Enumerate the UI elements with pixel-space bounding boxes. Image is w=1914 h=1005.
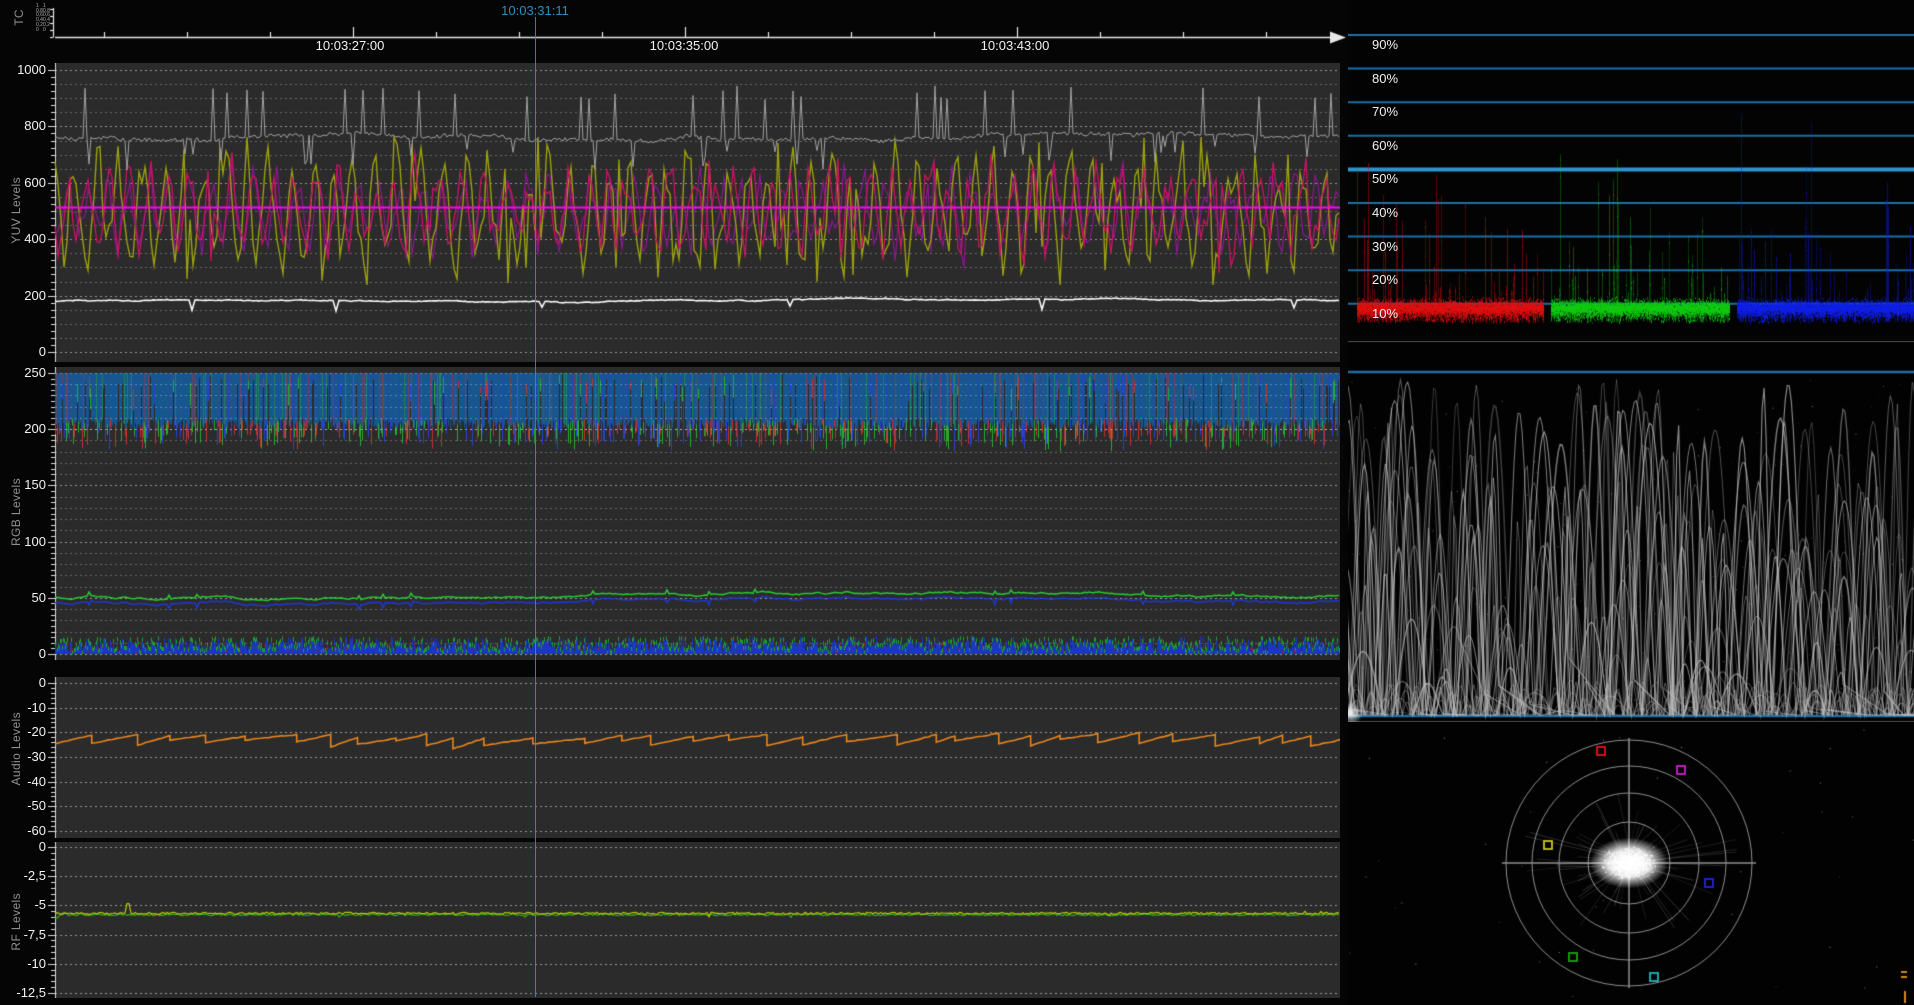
audio-tick-label: -60: [0, 823, 46, 838]
yuv-tick-label: 0: [0, 344, 46, 359]
timecode-label: 10:03:43:00: [970, 38, 1060, 53]
histogram-percent-label: 60%: [1372, 138, 1398, 153]
audio-tick-label: -20: [0, 724, 46, 739]
rgb-tick-label: 200: [0, 421, 46, 436]
audio-tick-label: -10: [0, 700, 46, 715]
timeline-cursor[interactable]: [535, 17, 536, 997]
yuv-tick-label: 400: [0, 231, 46, 246]
histogram-percent-label: 70%: [1372, 104, 1398, 119]
rgb-tick-label: 150: [0, 477, 46, 492]
audio-tick-label: 0: [0, 675, 46, 690]
yuv-tick-label: 200: [0, 288, 46, 303]
histogram-percent-label: 40%: [1372, 205, 1398, 220]
rgb-levels-chart: [47, 367, 1340, 660]
yuv-tick-label: 1000: [0, 62, 46, 77]
rgb-tick-label: 0: [0, 646, 46, 661]
audio-tick-label: -50: [0, 798, 46, 813]
rgb-percent-histogram: [1348, 0, 1914, 335]
timeline-cursor-label: 10:03:31:11: [501, 3, 569, 18]
audio-tick-label: -40: [0, 774, 46, 789]
timecode-label: 10:03:35:00: [639, 38, 729, 53]
rf-tick-label: -10: [0, 956, 46, 971]
yuv-tick-label: 600: [0, 175, 46, 190]
histogram-percent-label: 20%: [1372, 272, 1398, 287]
timecode-mini-scale: 1 0,8 0,6 0,4 0,2 0: [36, 4, 43, 32]
audio-tick-label: -30: [0, 749, 46, 764]
rf-tick-label: 0: [0, 839, 46, 854]
histogram-percent-label: 80%: [1372, 71, 1398, 86]
rgb-tick-label: 250: [0, 365, 46, 380]
rgb-tick-label: 50: [0, 590, 46, 605]
yuv-tick-label: 800: [0, 118, 46, 133]
luma-waveform-scope: [1348, 341, 1914, 722]
rf-levels-chart: [47, 842, 1340, 998]
audio-levels-chart: [47, 677, 1340, 838]
rgb-tick-label: 100: [0, 534, 46, 549]
histogram-percent-label: 90%: [1372, 37, 1398, 52]
yuv-levels-chart: [47, 63, 1340, 362]
broadcast-monitor-window: TC YUV Levels RGB Levels Audio Levels RF…: [0, 0, 1914, 1005]
rf-tick-label: -5: [0, 897, 46, 912]
histogram-percent-label: 10%: [1372, 306, 1398, 321]
rf-tick-label: -2,5: [0, 868, 46, 883]
vectorscope: [1348, 722, 1914, 1005]
rf-tick-label: -7,5: [0, 927, 46, 942]
rf-tick-label: -12,5: [0, 985, 46, 1000]
histogram-percent-label: 30%: [1372, 239, 1398, 254]
timecode-label: 10:03:27:00: [305, 38, 395, 53]
histogram-percent-label: 50%: [1372, 171, 1398, 186]
timecode-mini-scale: 1 0,8 0,6 0,4 0,2 0: [43, 4, 50, 32]
